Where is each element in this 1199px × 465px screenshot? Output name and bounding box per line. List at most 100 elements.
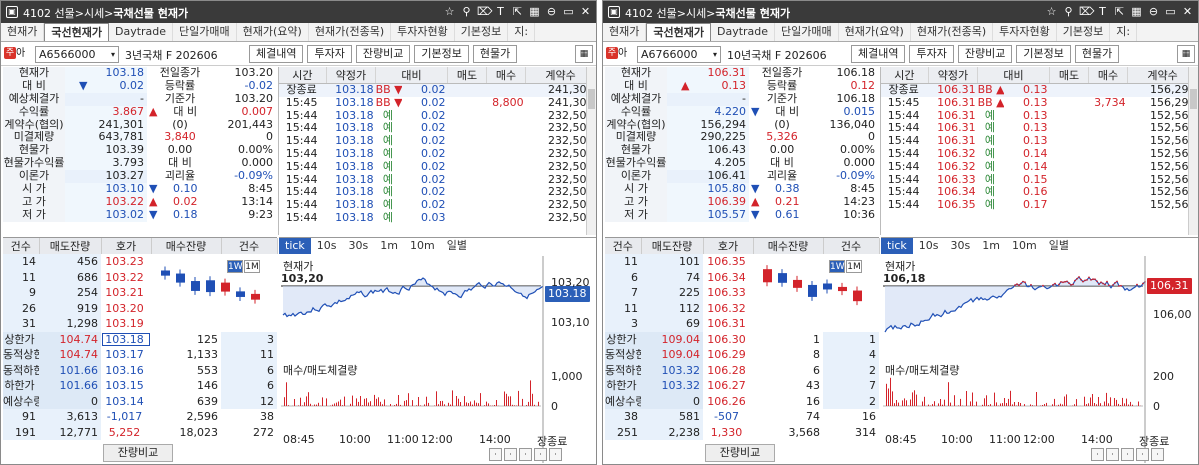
table-row[interactable]: 15:44 103.18 예 0.02 232,501: [279, 135, 596, 148]
ask-price[interactable]: 103.22: [101, 269, 151, 285]
ruler-icon[interactable]: ⚲: [460, 4, 473, 20]
scrollbar-thumb[interactable]: [588, 89, 595, 109]
bid-price[interactable]: 103.18: [101, 331, 151, 347]
tab-item[interactable]: Daytrade: [109, 23, 174, 41]
grid-icon[interactable]: ▦: [575, 45, 593, 63]
bid-row[interactable]: 예상수량0103.14 63912: [3, 393, 277, 409]
bid-row[interactable]: 상한가 109.04 106.30 1 1: [605, 331, 879, 347]
bid-price[interactable]: 106.27: [703, 378, 753, 394]
toolbar-button[interactable]: 체결내역: [851, 45, 906, 63]
period-toggle-button[interactable]: 1W: [227, 260, 243, 273]
table-row[interactable]: 15:44 106.35 예 0.17 152,560: [881, 199, 1198, 212]
title-bar[interactable]: ▣ 4102 선물>시세>국채선물 현재가 ☆ ⚲ ⌦ T ⇱ ▦ ⊖ ▭ ✕: [1, 1, 596, 23]
table-row[interactable]: 15:44 103.18 예 0.02 232,501: [279, 186, 596, 199]
table-row[interactable]: 15:44 106.32 예 0.14 152,560: [881, 161, 1198, 174]
compare-qty-button[interactable]: 잔량비교: [103, 444, 173, 462]
bid-price[interactable]: 106.26: [703, 393, 753, 409]
table-row[interactable]: 15:44 106.31 예 0.13 152,560: [881, 135, 1198, 148]
reset-icon[interactable]: ·: [1151, 448, 1164, 461]
tab-item[interactable]: 기본정보: [1057, 23, 1111, 41]
toolbar-button[interactable]: 기본정보: [1016, 45, 1071, 63]
bid-price[interactable]: 106.29: [703, 347, 753, 363]
toolbar-button[interactable]: 잔량비교: [957, 45, 1013, 63]
close-icon[interactable]: ✕: [579, 4, 592, 20]
tab-item[interactable]: 투자자현황: [993, 23, 1057, 41]
table-row[interactable]: 장종료 106.31 BB ▲ 0.13 156,294: [881, 83, 1198, 97]
ask-price[interactable]: 103.20: [101, 300, 151, 316]
reset-icon[interactable]: ·: [549, 448, 562, 461]
ask-price[interactable]: 106.35: [703, 254, 753, 270]
restore-icon[interactable]: ▭: [562, 4, 575, 20]
chevron-down-icon[interactable]: ▾: [713, 47, 717, 62]
ticks-scrollbar[interactable]: [1188, 67, 1198, 235]
account-selector[interactable]: 주아: [4, 46, 34, 62]
zoom-in-icon[interactable]: ·: [489, 448, 502, 461]
table-row[interactable]: 15:44 103.18 예 0.03 232,501: [279, 212, 596, 225]
table-row[interactable]: 15:44 106.33 예 0.15 152,560: [881, 174, 1198, 187]
tab-item[interactable]: 지:: [508, 23, 536, 41]
ask-price[interactable]: 103.21: [101, 285, 151, 301]
tab-item[interactable]: 현재가(요약): [839, 23, 911, 41]
grid-icon[interactable]: ▦: [1130, 4, 1143, 20]
ticks-scrollbar[interactable]: [586, 67, 596, 235]
tab-item[interactable]: 지:: [1110, 23, 1138, 41]
tab-item[interactable]: 현재가(전종목): [911, 23, 994, 41]
tab-item[interactable]: 기본정보: [455, 23, 509, 41]
tab-item[interactable]: 투자자현황: [391, 23, 455, 41]
table-row[interactable]: 15:45 106.31 BB ▲ 0.13 3,734 156,294: [881, 97, 1198, 110]
symbol-code-input[interactable]: A6566000 ▾: [35, 46, 119, 63]
table-row[interactable]: 15:44 103.18 예 0.02 232,501: [279, 110, 596, 123]
bid-price[interactable]: 103.14: [101, 393, 151, 409]
table-row[interactable]: 15:44 106.32 예 0.14 152,560: [881, 148, 1198, 161]
ask-price[interactable]: 103.19: [101, 316, 151, 332]
title-bar[interactable]: ▣ 4102 선물>시세>국채선물 현재가 ☆ ⚲ ⌦ T ⇱ ▦ ⊖ ▭ ✕: [603, 1, 1198, 23]
ask-price[interactable]: 106.33: [703, 285, 753, 301]
period-toggle-button[interactable]: 1M: [244, 260, 260, 273]
tab-item[interactable]: 국선현재가: [44, 23, 109, 41]
tab-item[interactable]: 단일가매매: [775, 23, 839, 41]
zoom-out-icon[interactable]: ·: [1106, 448, 1119, 461]
account-selector[interactable]: 주아: [606, 46, 636, 62]
star-icon[interactable]: ☆: [443, 4, 456, 20]
expand-icon[interactable]: ·: [534, 448, 547, 461]
close-icon[interactable]: ✕: [1181, 4, 1194, 20]
star-icon[interactable]: ☆: [1045, 4, 1058, 20]
restore-icon[interactable]: ▭: [1164, 4, 1177, 20]
table-row[interactable]: 15:44 103.18 예 0.02 232,501: [279, 122, 596, 135]
text-icon[interactable]: T: [494, 4, 507, 20]
table-row[interactable]: 15:44 103.18 예 0.02 232,501: [279, 174, 596, 187]
table-row[interactable]: 15:44 103.18 예 0.02 232,501: [279, 161, 596, 174]
toolbar-button[interactable]: 투자자: [909, 45, 954, 63]
grid-icon[interactable]: ▦: [1177, 45, 1195, 63]
table-row[interactable]: 15:44 106.31 예 0.13 152,560: [881, 122, 1198, 135]
pen-icon[interactable]: ·: [1121, 448, 1134, 461]
table-row[interactable]: 15:44 103.18 예 0.02 232,501: [279, 148, 596, 161]
ask-price[interactable]: 106.34: [703, 269, 753, 285]
minimize-icon[interactable]: ⊖: [545, 4, 558, 20]
zoom-out-icon[interactable]: ·: [504, 448, 517, 461]
symbol-code-input[interactable]: A6766000 ▾: [637, 46, 721, 63]
bid-price[interactable]: 106.30: [703, 331, 753, 347]
period-toggle-button[interactable]: 1W: [829, 260, 845, 273]
bid-row[interactable]: 동적상한104.74103.17 1,13311: [3, 347, 277, 363]
zoom-in-icon[interactable]: ·: [1091, 448, 1104, 461]
share-icon[interactable]: ⇱: [511, 4, 524, 20]
bid-price[interactable]: 103.15: [101, 378, 151, 394]
chevron-down-icon[interactable]: ▾: [111, 47, 115, 62]
tab-item[interactable]: 현재가(전종목): [309, 23, 392, 41]
tab-item[interactable]: 현재가: [603, 23, 647, 41]
expand-icon[interactable]: ·: [1136, 448, 1149, 461]
table-row[interactable]: 15:44 103.18 예 0.02 232,501: [279, 199, 596, 212]
toolbar-button[interactable]: 잔량비교: [355, 45, 411, 63]
bid-price[interactable]: 106.28: [703, 362, 753, 378]
toolbar-button[interactable]: 현물가: [472, 45, 518, 63]
grid-icon[interactable]: ▦: [528, 4, 541, 20]
bid-row[interactable]: 예상수량0106.26 162: [605, 393, 879, 409]
table-row[interactable]: 장종료 103.18 BB ▼ 0.02 241,301: [279, 83, 596, 97]
bid-row[interactable]: 하한가 101.66 103.15 146 6: [3, 378, 277, 394]
ask-price[interactable]: 103.23: [101, 254, 151, 270]
ruler-icon[interactable]: ⚲: [1062, 4, 1075, 20]
bid-row[interactable]: 상한가 104.74 103.18 125 3: [3, 331, 277, 347]
toolbar-button[interactable]: 체결내역: [249, 45, 304, 63]
tab-item[interactable]: 현재가: [1, 23, 45, 41]
